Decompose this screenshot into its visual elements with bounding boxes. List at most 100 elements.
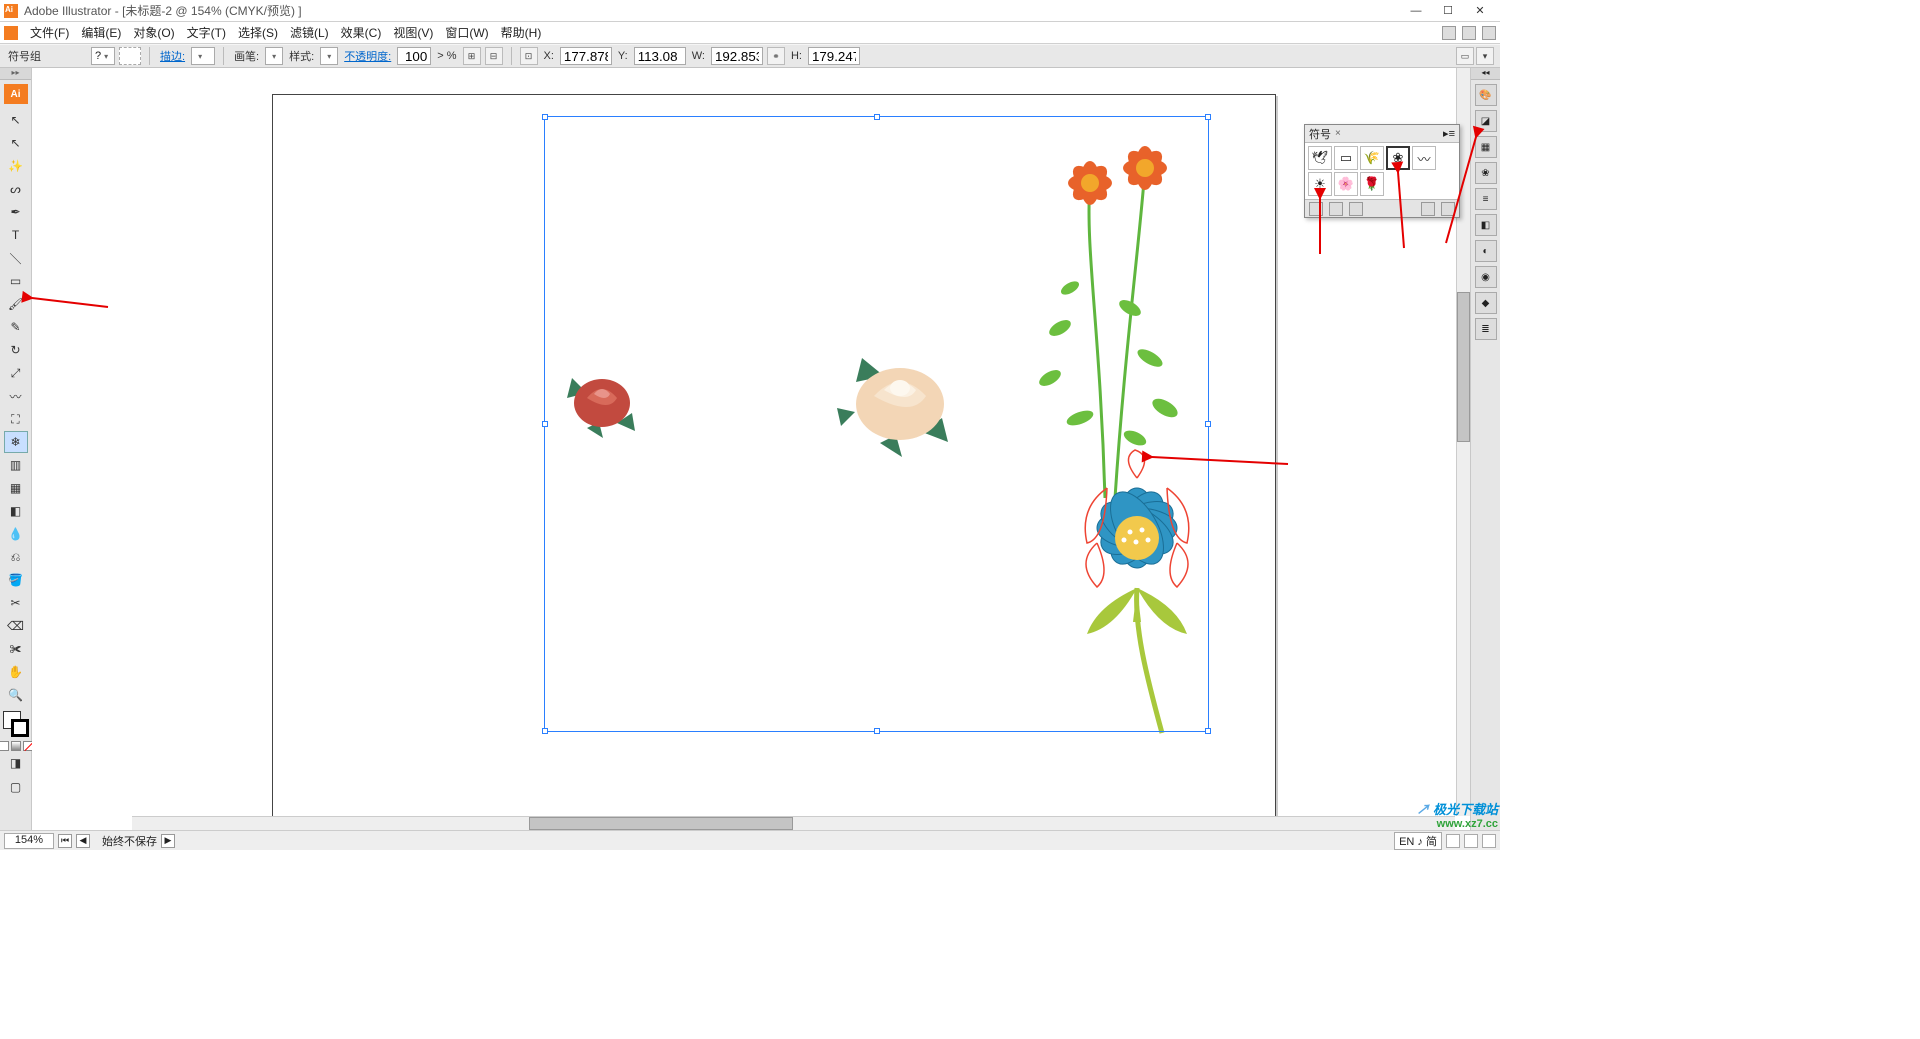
style-dropdown[interactable] bbox=[320, 47, 338, 65]
right-strip-expand-handle[interactable]: ◂◂ bbox=[1471, 68, 1500, 80]
arrange-icon[interactable]: ▾ bbox=[1476, 47, 1494, 65]
preferences-icon[interactable]: ⊟ bbox=[485, 47, 503, 65]
no-fill-indicator-icon[interactable] bbox=[119, 47, 141, 65]
menu-view[interactable]: 视图(V) bbox=[387, 22, 439, 43]
scissors-tool[interactable]: ✀ bbox=[4, 638, 28, 660]
symbol-cloud[interactable]: ▭ bbox=[1334, 146, 1358, 170]
menu-effect[interactable]: 效果(C) bbox=[335, 22, 388, 43]
type-tool[interactable]: T bbox=[4, 224, 28, 246]
menu-file[interactable]: 文件(F) bbox=[24, 22, 75, 43]
doc-setup-icon[interactable]: ⊞ bbox=[463, 47, 481, 65]
ime-indicator[interactable]: EN ♪ 简 bbox=[1394, 832, 1442, 850]
y-input[interactable] bbox=[634, 47, 686, 65]
prev-page-button[interactable]: ◀ bbox=[76, 834, 90, 848]
swatches-panel-icon[interactable]: ▦ bbox=[1475, 136, 1497, 158]
symbol-sun[interactable]: ☀ bbox=[1308, 172, 1332, 196]
zoom-dropdown[interactable]: 154% bbox=[4, 833, 54, 849]
warp-tool[interactable]: 〰 bbox=[4, 385, 28, 407]
symbol-break-link-button[interactable] bbox=[1329, 202, 1343, 216]
live-paint-tool[interactable]: 🪣 bbox=[4, 569, 28, 591]
color-mode-gradient[interactable] bbox=[11, 741, 21, 751]
brush-dropdown[interactable] bbox=[265, 47, 283, 65]
first-page-button[interactable]: ⏮ bbox=[58, 834, 72, 848]
mesh-tool[interactable]: ▦ bbox=[4, 477, 28, 499]
selection-bounding-box[interactable] bbox=[544, 116, 1209, 732]
symbol-sprayer-tool[interactable]: ❄ bbox=[4, 431, 28, 453]
symbols-panel-icon[interactable]: ❀ bbox=[1475, 162, 1497, 184]
doc-restore-button[interactable] bbox=[1462, 26, 1476, 40]
menu-select[interactable]: 选择(S) bbox=[232, 22, 284, 43]
lasso-tool[interactable]: ᔕ bbox=[4, 178, 28, 200]
screen-mode-icon[interactable]: ▭ bbox=[1456, 47, 1474, 65]
doc-minimize-button[interactable] bbox=[1442, 26, 1456, 40]
pencil-tool[interactable]: ✎ bbox=[4, 316, 28, 338]
status-icon-3[interactable] bbox=[1482, 834, 1496, 848]
stroke-link[interactable]: 描边: bbox=[160, 48, 185, 64]
symbols-panel-header[interactable]: 符号 × ▸≡ bbox=[1305, 125, 1459, 143]
symbol-options-button[interactable] bbox=[1349, 202, 1363, 216]
color-panel-icon[interactable]: 🎨 bbox=[1475, 84, 1497, 106]
horizontal-scrollbar[interactable] bbox=[132, 816, 1455, 830]
symbol-rose-pink[interactable]: 🌸 bbox=[1334, 172, 1358, 196]
transparency-panel-icon[interactable]: ◐ bbox=[1475, 240, 1497, 262]
status-icon-1[interactable] bbox=[1446, 834, 1460, 848]
symbol-stem[interactable]: 🌾 bbox=[1360, 146, 1384, 170]
opacity-link[interactable]: 不透明度: bbox=[344, 48, 391, 64]
screen-mode-full[interactable]: ▢ bbox=[4, 776, 28, 798]
rectangle-tool[interactable]: ▭ bbox=[4, 270, 28, 292]
free-transform-tool[interactable]: ⛶ bbox=[4, 408, 28, 430]
status-icon-2[interactable] bbox=[1464, 834, 1478, 848]
paintbrush-tool[interactable]: 🖌 bbox=[4, 293, 28, 315]
symbol-grass[interactable]: 〰 bbox=[1412, 146, 1436, 170]
graphic-styles-panel-icon[interactable]: ◆ bbox=[1475, 292, 1497, 314]
hand-tool[interactable]: ✋ bbox=[4, 661, 28, 683]
layers-panel-icon[interactable]: ≣ bbox=[1475, 318, 1497, 340]
menu-help[interactable]: 帮助(H) bbox=[495, 22, 548, 43]
canvas[interactable] bbox=[32, 68, 1470, 830]
graph-tool[interactable]: ▥ bbox=[4, 454, 28, 476]
selection-tool[interactable]: ↖ bbox=[4, 109, 28, 131]
stroke-swatch[interactable] bbox=[11, 719, 29, 737]
menu-filter[interactable]: 滤镜(L) bbox=[284, 22, 335, 43]
help-dropdown[interactable]: ? bbox=[91, 47, 115, 65]
line-tool[interactable]: ＼ bbox=[4, 247, 28, 269]
fill-stroke-control[interactable] bbox=[3, 711, 29, 739]
blend-tool[interactable]: ⎌ bbox=[4, 546, 28, 568]
h-input[interactable] bbox=[808, 47, 860, 65]
menu-window[interactable]: 窗口(W) bbox=[439, 22, 494, 43]
color-mode-none[interactable] bbox=[23, 741, 33, 751]
color-guide-panel-icon[interactable]: ◪ bbox=[1475, 110, 1497, 132]
close-button[interactable]: ✕ bbox=[1464, 0, 1496, 22]
screen-mode-toggle[interactable]: ◨ bbox=[4, 752, 28, 774]
menu-edit[interactable]: 编辑(E) bbox=[75, 22, 127, 43]
appearance-panel-icon[interactable]: ◉ bbox=[1475, 266, 1497, 288]
symbols-panel-close-icon[interactable]: × bbox=[1335, 128, 1341, 139]
symbols-panel[interactable]: 符号 × ▸≡ 🕊▭🌾❀〰 ☀🌸🌹 bbox=[1304, 124, 1460, 218]
symbol-blue-flower[interactable]: ❀ bbox=[1386, 146, 1410, 170]
maximize-button[interactable]: ☐ bbox=[1432, 0, 1464, 22]
link-wh-icon[interactable]: ⚭ bbox=[767, 47, 785, 65]
zoom-tool[interactable]: 🔍 bbox=[4, 684, 28, 706]
doc-close-button[interactable] bbox=[1482, 26, 1496, 40]
pen-tool[interactable]: ✒ bbox=[4, 201, 28, 223]
toolbox-expand-handle[interactable]: ▸▸ bbox=[0, 68, 31, 80]
next-page-button[interactable]: ▶ bbox=[161, 834, 175, 848]
stroke-panel-icon[interactable]: ≡ bbox=[1475, 188, 1497, 210]
magic-wand-tool[interactable]: ✨ bbox=[4, 155, 28, 177]
stroke-weight-dropdown[interactable] bbox=[191, 47, 215, 65]
color-mode-solid[interactable] bbox=[0, 741, 9, 751]
scale-tool[interactable]: ⤢ bbox=[4, 362, 28, 384]
symbol-delete-button[interactable] bbox=[1441, 202, 1455, 216]
x-input[interactable] bbox=[560, 47, 612, 65]
w-input[interactable] bbox=[711, 47, 763, 65]
symbol-place-button[interactable] bbox=[1309, 202, 1323, 216]
gradient-panel-icon[interactable]: ◧ bbox=[1475, 214, 1497, 236]
eyedropper-tool[interactable]: 💧 bbox=[4, 523, 28, 545]
direct-selection-tool[interactable]: ↖ bbox=[4, 132, 28, 154]
symbol-bird[interactable]: 🕊 bbox=[1308, 146, 1332, 170]
reference-point-icon[interactable]: ⊡ bbox=[520, 47, 538, 65]
crop-tool[interactable]: ✂ bbox=[4, 592, 28, 614]
symbol-new-button[interactable] bbox=[1421, 202, 1435, 216]
symbol-rose-red[interactable]: 🌹 bbox=[1360, 172, 1384, 196]
opacity-input[interactable] bbox=[397, 47, 431, 65]
